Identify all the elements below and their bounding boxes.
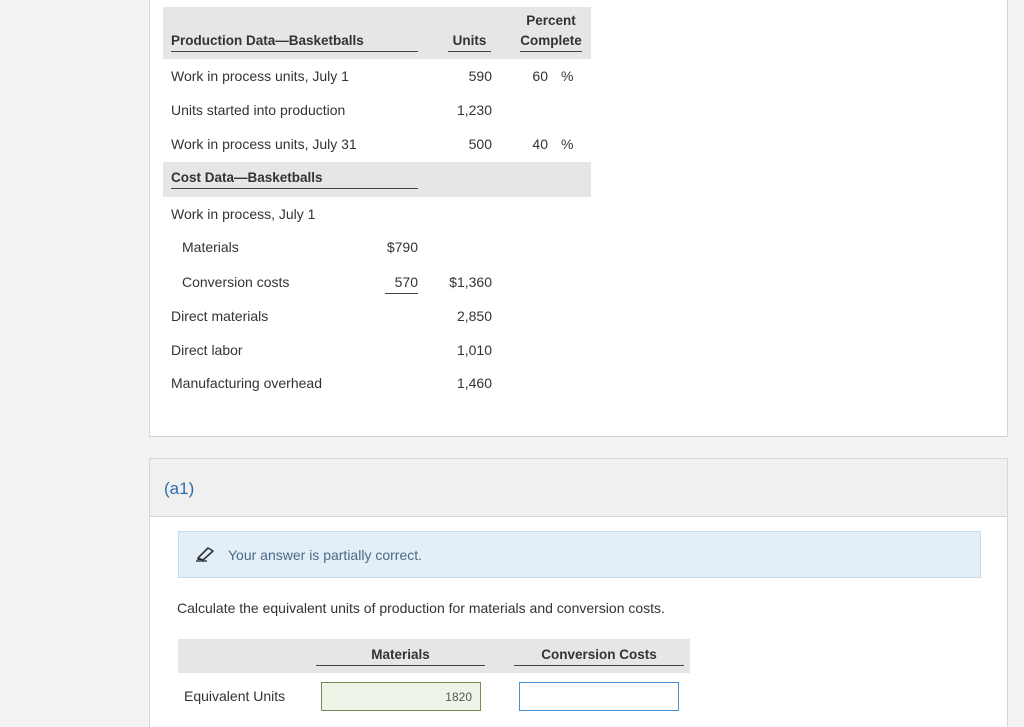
wip-label: Work in process, July 1 bbox=[171, 206, 316, 222]
production-row-units: 1,230 bbox=[456, 102, 492, 118]
partially-correct-text: Your answer is partially correct. bbox=[228, 547, 423, 563]
production-row-label: Units started into production bbox=[171, 102, 346, 118]
production-row-percent-symbol: % bbox=[561, 68, 574, 84]
direct-labor-value: 1,010 bbox=[456, 342, 492, 358]
direct-labor-label: Direct labor bbox=[171, 342, 243, 358]
conversion-costs-column-header: Conversion Costs bbox=[514, 647, 684, 666]
instruction-text: Calculate the equivalent units of produc… bbox=[177, 600, 665, 616]
production-row-percent: 60 bbox=[532, 68, 548, 84]
problem-data-card: Production Data—Basketballs Units Percen… bbox=[149, 0, 1008, 437]
partially-correct-notice: Your answer is partially correct. bbox=[178, 531, 981, 578]
production-row-label: Work in process units, July 31 bbox=[171, 136, 357, 152]
pencil-icon bbox=[196, 547, 214, 562]
percent-column-header-line1: Percent bbox=[526, 13, 576, 28]
production-row-percent-symbol: % bbox=[561, 136, 574, 152]
conversion-costs-value: 570 bbox=[385, 274, 418, 294]
question-a1-label: (a1) bbox=[164, 479, 195, 498]
conversion-equivalent-units-input[interactable] bbox=[519, 682, 679, 711]
direct-materials-label: Direct materials bbox=[171, 308, 269, 324]
materials-label: Materials bbox=[182, 239, 239, 255]
question-a1-header: (a1) bbox=[150, 459, 1007, 517]
manufacturing-overhead-value: 1,460 bbox=[456, 375, 492, 391]
wip-total-value: $1,360 bbox=[449, 274, 492, 290]
cost-data-heading: Cost Data—Basketballs bbox=[171, 170, 418, 189]
production-row-label: Work in process units, July 1 bbox=[171, 68, 349, 84]
materials-equivalent-units-input[interactable] bbox=[321, 682, 481, 711]
materials-column-header: Materials bbox=[316, 647, 485, 666]
production-data-heading: Production Data—Basketballs bbox=[171, 33, 418, 52]
equivalent-units-label: Equivalent Units bbox=[184, 688, 286, 704]
units-column-header: Units bbox=[448, 33, 491, 52]
production-row-percent: 40 bbox=[532, 136, 548, 152]
question-a1-card: (a1) Your answer is partially correct. C… bbox=[149, 458, 1008, 727]
percent-column-header-line2: Complete bbox=[520, 33, 582, 52]
materials-value: $790 bbox=[386, 239, 418, 255]
production-row-units: 500 bbox=[468, 136, 492, 152]
direct-materials-value: 2,850 bbox=[456, 308, 492, 324]
production-row-units: 590 bbox=[468, 68, 492, 84]
manufacturing-overhead-label: Manufacturing overhead bbox=[171, 375, 322, 391]
conversion-costs-label: Conversion costs bbox=[182, 274, 290, 290]
